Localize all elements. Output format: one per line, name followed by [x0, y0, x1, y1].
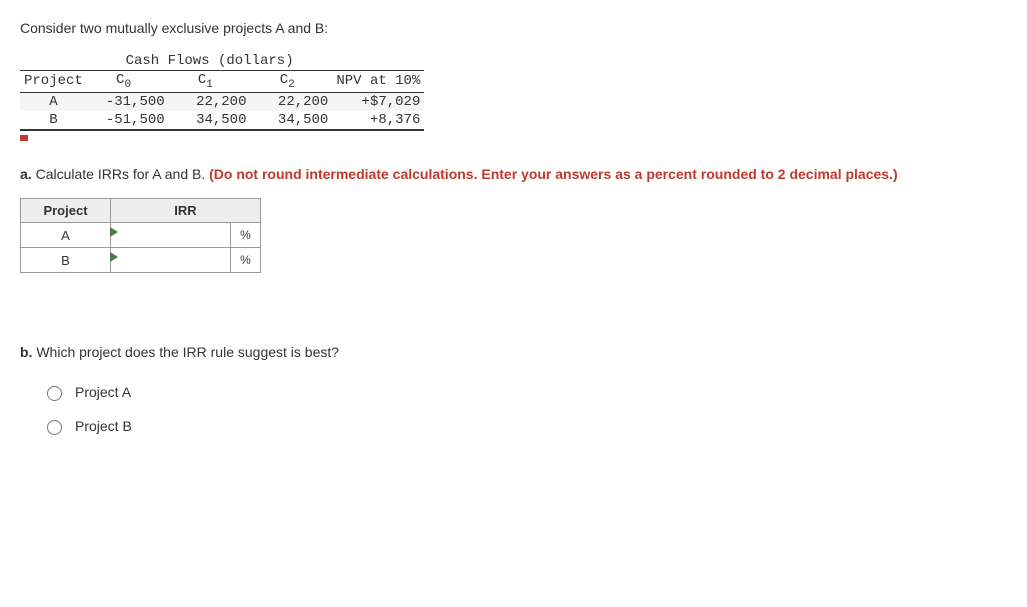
answer-col-project: Project	[21, 199, 111, 223]
irr-input-a[interactable]	[111, 223, 230, 247]
table-row: B %	[21, 248, 261, 273]
cash-flows-group-header: Cash Flows (dollars)	[87, 52, 333, 71]
col-c1: C1	[169, 71, 251, 93]
col-c0: C0	[87, 71, 169, 93]
table-row: A %	[21, 223, 261, 248]
col-npv: NPV at 10%	[332, 71, 424, 93]
radio-project-b[interactable]	[47, 420, 62, 435]
col-c2: C2	[251, 71, 333, 93]
radio-project-a[interactable]	[47, 386, 62, 401]
col-project: Project	[20, 71, 87, 93]
radio-label: Project B	[75, 418, 132, 434]
answer-col-irr: IRR	[111, 199, 261, 223]
cash-flows-table: Cash Flows (dollars) Project C0 C1 C2 NP…	[20, 52, 424, 131]
table-row: B -51,500 34,500 34,500 +8,376	[20, 111, 424, 130]
radio-option-project-b[interactable]: Project B	[42, 417, 1007, 435]
table-row: A -31,500 22,200 22,200 +$7,029	[20, 92, 424, 111]
part-a-question: a. Calculate IRRs for A and B. (Do not r…	[20, 165, 1007, 185]
radio-option-project-a[interactable]: Project A	[42, 383, 1007, 401]
irr-answer-table: Project IRR A % B %	[20, 198, 261, 273]
part-b-question: b. Which project does the IRR rule sugge…	[20, 343, 1007, 363]
radio-label: Project A	[75, 384, 131, 400]
irr-input-b[interactable]	[111, 248, 230, 272]
resize-handle-icon[interactable]	[20, 135, 28, 141]
part-b-options: Project A Project B	[20, 383, 1007, 435]
intro-text: Consider two mutually exclusive projects…	[20, 20, 1007, 36]
